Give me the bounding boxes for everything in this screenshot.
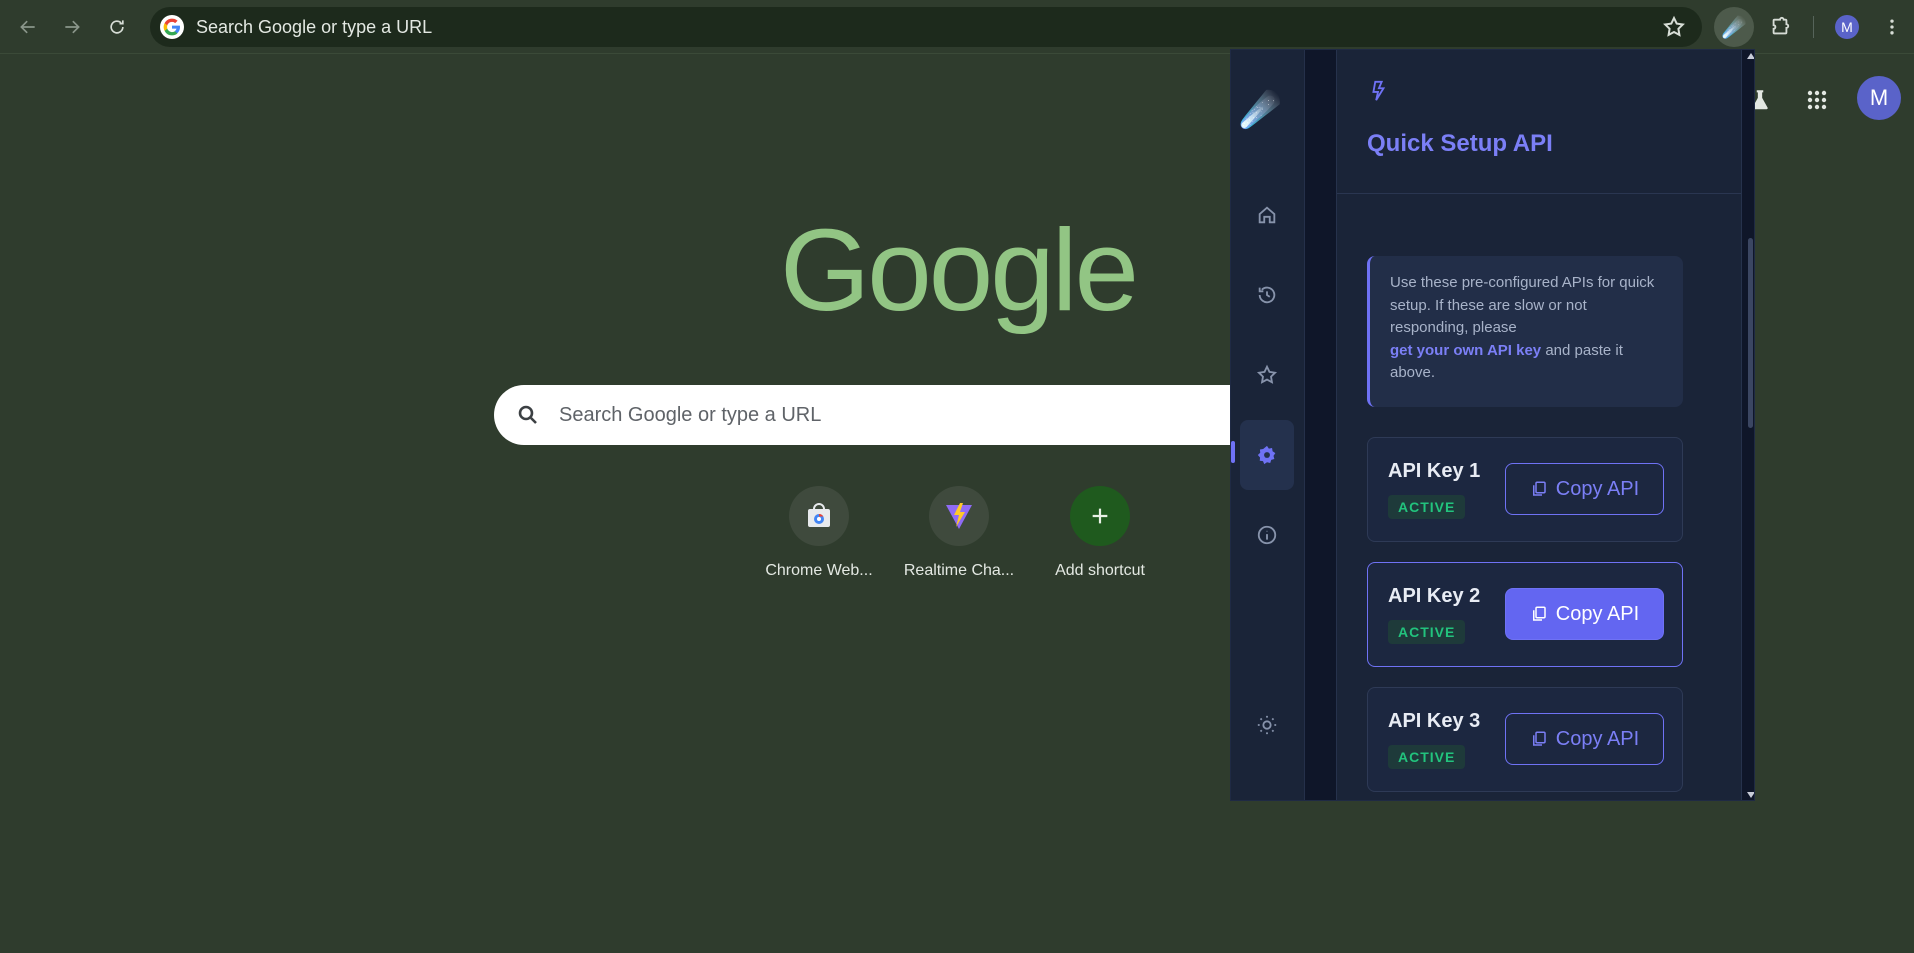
shortcut-label: Realtime Cha... [903, 562, 1015, 579]
info-text: Use these pre-configured APIs for quick … [1390, 274, 1655, 336]
rail-theme-toggle[interactable] [1240, 690, 1294, 760]
back-button[interactable] [12, 11, 44, 43]
profile-avatar-button[interactable]: M [1835, 15, 1859, 39]
info-notice: Use these pre-configured APIs for quick … [1367, 256, 1683, 407]
search-placeholder: Search Google or type a URL [559, 404, 822, 426]
toolbar-divider [1813, 16, 1814, 38]
theme-sun-icon [1257, 715, 1277, 735]
get-api-key-link[interactable]: get your own API key [1390, 342, 1541, 359]
rail-favorites[interactable] [1240, 340, 1294, 410]
reload-icon [110, 20, 124, 34]
info-icon [1257, 525, 1277, 545]
google-apps-icon[interactable] [1797, 80, 1837, 120]
shortcut-label: Add shortcut [1055, 562, 1145, 579]
copy-label: Copy API [1555, 727, 1640, 750]
back-arrow-icon [20, 20, 35, 34]
copy-api-button[interactable]: Copy API [1505, 463, 1664, 515]
status-badge: ACTIVE [1388, 495, 1466, 519]
rail-settings[interactable] [1240, 420, 1294, 490]
browser-toolbar: Search Google or type a URL ☄️ M [0, 0, 1914, 54]
forward-arrow-icon [65, 20, 80, 34]
extension-popup: ☄️ Quick Setup API Use these pre-configu… [1230, 49, 1755, 801]
google-logo: Google [780, 205, 1139, 335]
api-key-name: API Key 3 [1388, 710, 1481, 732]
chrome-web-store-icon [789, 486, 849, 546]
rail-history[interactable] [1240, 260, 1294, 330]
copy-api-button[interactable]: Copy API [1505, 588, 1664, 640]
extension-comet-icon[interactable]: ☄️ [1714, 7, 1754, 47]
browser-menu-icon[interactable] [1876, 11, 1908, 43]
copy-icon [1532, 731, 1546, 746]
home-icon [1258, 206, 1276, 224]
status-badge: ACTIVE [1388, 745, 1466, 769]
plus-icon [1070, 486, 1130, 546]
copy-label: Copy API [1555, 477, 1640, 500]
popup-sidebar: ☄️ [1231, 50, 1305, 800]
omnibox-text: Search Google or type a URL [196, 17, 433, 37]
scroll-thumb[interactable] [1748, 238, 1753, 428]
bolt-icon [1367, 80, 1389, 102]
panel-header: Quick Setup API [1337, 50, 1741, 194]
scroll-up-arrow-icon[interactable] [1747, 53, 1754, 59]
forward-button[interactable] [56, 11, 88, 43]
api-key-name: API Key 1 [1388, 460, 1481, 482]
reload-button[interactable] [101, 11, 133, 43]
account-avatar[interactable]: M [1857, 76, 1901, 120]
copy-api-button[interactable]: Copy API [1505, 713, 1664, 765]
bookmark-star-icon[interactable] [1662, 15, 1686, 39]
google-g-icon [160, 15, 184, 39]
api-key-card: API Key 1 ACTIVE Copy API [1367, 437, 1683, 542]
copy-label: Copy API [1555, 602, 1640, 625]
api-key-card: API Key 2 ACTIVE Copy API [1367, 562, 1683, 667]
search-icon [516, 403, 540, 427]
panel-title: Quick Setup API [1367, 130, 1553, 157]
shortcut-realtime-chat[interactable]: Realtime Cha... [899, 486, 1019, 580]
comet-logo-icon: ☄️ [1239, 91, 1282, 129]
copy-icon [1532, 481, 1546, 496]
api-key-name: API Key 2 [1388, 585, 1481, 607]
scroll-down-arrow-icon[interactable] [1747, 792, 1754, 798]
rail-info[interactable] [1240, 500, 1294, 570]
shortcut-chrome-web-store[interactable]: Chrome Web... [759, 486, 879, 580]
rail-home[interactable] [1240, 180, 1294, 250]
extensions-puzzle-icon[interactable] [1764, 11, 1796, 43]
ntp-search-box[interactable]: Search Google or type a URL [494, 385, 1294, 445]
copy-icon [1532, 606, 1546, 621]
status-badge: ACTIVE [1388, 620, 1466, 644]
shortcut-add[interactable]: Add shortcut [1040, 486, 1160, 580]
shortcut-label: Chrome Web... [765, 562, 873, 579]
active-rail-indicator [1231, 441, 1235, 463]
omnibox[interactable]: Search Google or type a URL [150, 7, 1702, 47]
quick-setup-panel: Quick Setup API Use these pre-configured… [1336, 50, 1742, 800]
star-icon [1256, 364, 1278, 384]
settings-icon [1257, 445, 1276, 465]
vite-icon [929, 486, 989, 546]
popup-scrollbar[interactable] [1746, 50, 1754, 800]
history-icon [1258, 286, 1276, 304]
api-key-card: API Key 3 ACTIVE Copy API [1367, 687, 1683, 792]
